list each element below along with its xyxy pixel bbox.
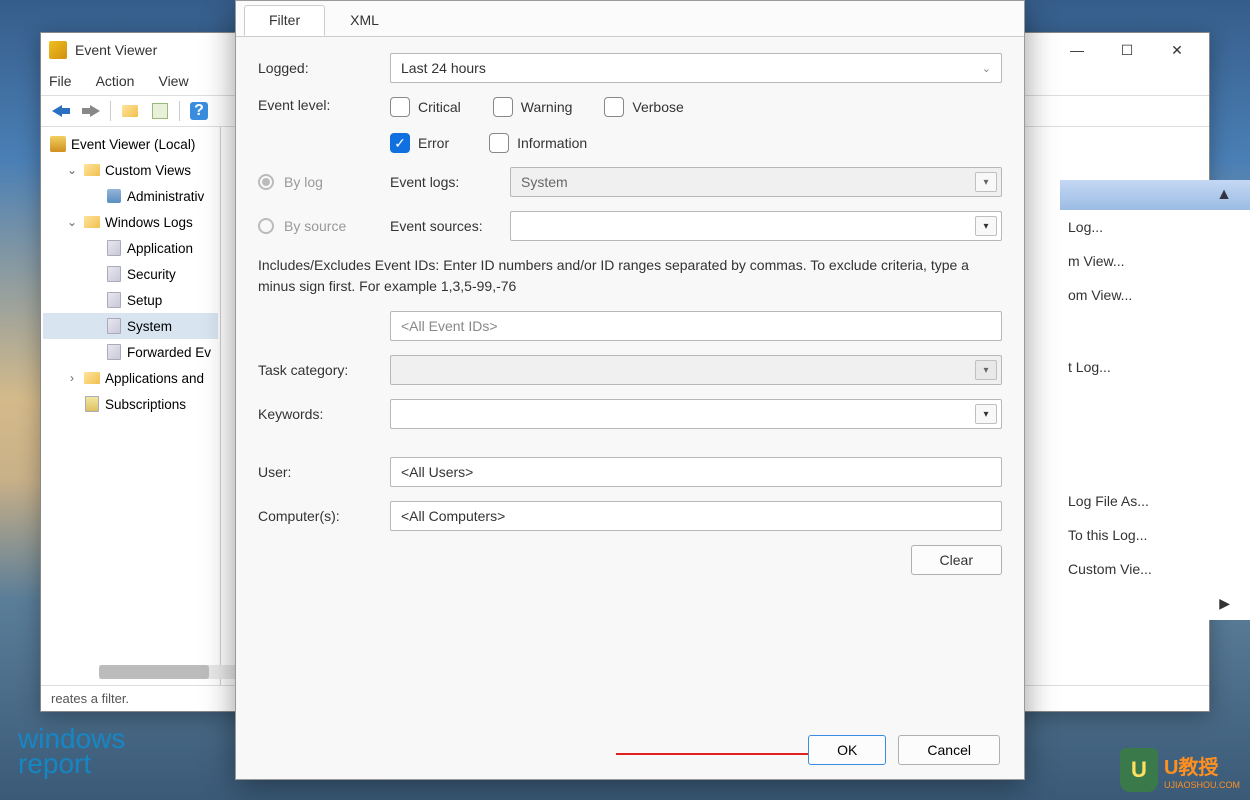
filter-dialog: Filter XML Logged: Last 24 hours⌄ Event …: [235, 0, 1025, 780]
label-user: User:: [258, 464, 390, 480]
tree-setup[interactable]: Setup: [43, 287, 218, 313]
tree-admin-events[interactable]: Administrativ: [43, 183, 218, 209]
radio-by-source[interactable]: By source: [258, 218, 390, 234]
event-ids-input[interactable]: <All Event IDs>: [390, 311, 1002, 341]
checkbox-warning[interactable]: Warning: [493, 97, 573, 117]
chevron-down-icon: ▾: [975, 172, 997, 192]
checkbox-information[interactable]: Information: [489, 133, 587, 153]
action-item[interactable]: Log...: [1060, 210, 1250, 244]
tree-windows-logs[interactable]: ⌄Windows Logs: [43, 209, 218, 235]
action-item[interactable]: m View...: [1060, 244, 1250, 278]
shield-icon: U: [1120, 748, 1158, 792]
checkbox-error[interactable]: ✓Error: [390, 133, 449, 153]
tree-custom-views[interactable]: ⌄Custom Views: [43, 157, 218, 183]
back-button[interactable]: [47, 98, 75, 124]
properties-icon[interactable]: [146, 98, 174, 124]
checkbox-critical[interactable]: Critical: [390, 97, 461, 117]
label-event-level: Event level:: [258, 97, 390, 113]
maximize-button[interactable]: ☐: [1111, 38, 1143, 62]
chevron-up-icon[interactable]: ▲: [1216, 186, 1232, 204]
action-item[interactable]: Log File As...: [1060, 484, 1250, 518]
menu-action[interactable]: Action: [96, 73, 135, 89]
label-logged: Logged:: [258, 60, 390, 76]
app-icon: [49, 41, 67, 59]
user-input[interactable]: <All Users>: [390, 457, 1002, 487]
radio-by-log[interactable]: By log: [258, 174, 390, 190]
task-category-dropdown[interactable]: ▾: [390, 355, 1002, 385]
chevron-down-icon: ▾: [975, 404, 997, 424]
action-item[interactable]: To this Log...: [1060, 518, 1250, 552]
action-more[interactable]: ▶: [1060, 586, 1250, 620]
tab-xml[interactable]: XML: [325, 5, 404, 36]
forward-button[interactable]: [77, 98, 105, 124]
label-computers: Computer(s):: [258, 508, 390, 524]
chevron-down-icon: ▾: [975, 360, 997, 380]
label-event-logs: Event logs:: [390, 174, 510, 190]
chevron-down-icon: ⌄: [982, 62, 991, 75]
ok-button[interactable]: OK: [808, 735, 886, 765]
tree-application[interactable]: Application: [43, 235, 218, 261]
tab-strip: Filter XML: [236, 1, 1024, 37]
checkbox-verbose[interactable]: Verbose: [604, 97, 683, 117]
actions-pane: ▲ Log... m View... om View... t Log... L…: [1060, 180, 1250, 660]
chevron-down-icon: ▾: [975, 216, 997, 236]
clear-button[interactable]: Clear: [911, 545, 1002, 575]
tab-filter[interactable]: Filter: [244, 5, 325, 36]
label-keywords: Keywords:: [258, 406, 390, 422]
keywords-dropdown[interactable]: ▾: [390, 399, 1002, 429]
folder-icon[interactable]: [116, 98, 144, 124]
tree-panel: Event Viewer (Local) ⌄Custom Views Admin…: [41, 127, 221, 685]
menu-view[interactable]: View: [158, 73, 188, 89]
logged-dropdown[interactable]: Last 24 hours⌄: [390, 53, 1002, 83]
help-icon[interactable]: ?: [185, 98, 213, 124]
event-sources-dropdown[interactable]: ▾: [510, 211, 1002, 241]
tree-subscriptions[interactable]: Subscriptions: [43, 391, 218, 417]
label-event-sources: Event sources:: [390, 218, 510, 234]
tree-apps-services[interactable]: ›Applications and: [43, 365, 218, 391]
action-item[interactable]: t Log...: [1060, 350, 1250, 384]
tree-system[interactable]: System: [43, 313, 218, 339]
minimize-button[interactable]: —: [1061, 38, 1093, 62]
computers-input[interactable]: <All Computers>: [390, 501, 1002, 531]
label-task-category: Task category:: [258, 362, 390, 378]
close-button[interactable]: ✕: [1161, 38, 1193, 62]
event-logs-dropdown[interactable]: System▾: [510, 167, 1002, 197]
tree-root[interactable]: Event Viewer (Local): [43, 131, 218, 157]
action-item[interactable]: Custom Vie...: [1060, 552, 1250, 586]
tree-forwarded[interactable]: Forwarded Ev: [43, 339, 218, 365]
help-text-event-ids: Includes/Excludes Event IDs: Enter ID nu…: [258, 255, 1002, 297]
action-item[interactable]: om View...: [1060, 278, 1250, 312]
watermark-left: windows report: [18, 726, 125, 776]
tree-security[interactable]: Security: [43, 261, 218, 287]
watermark-right: U U教授 UJIAOSHOU.COM: [1120, 748, 1240, 792]
cancel-button[interactable]: Cancel: [898, 735, 1000, 765]
menu-file[interactable]: File: [49, 73, 72, 89]
